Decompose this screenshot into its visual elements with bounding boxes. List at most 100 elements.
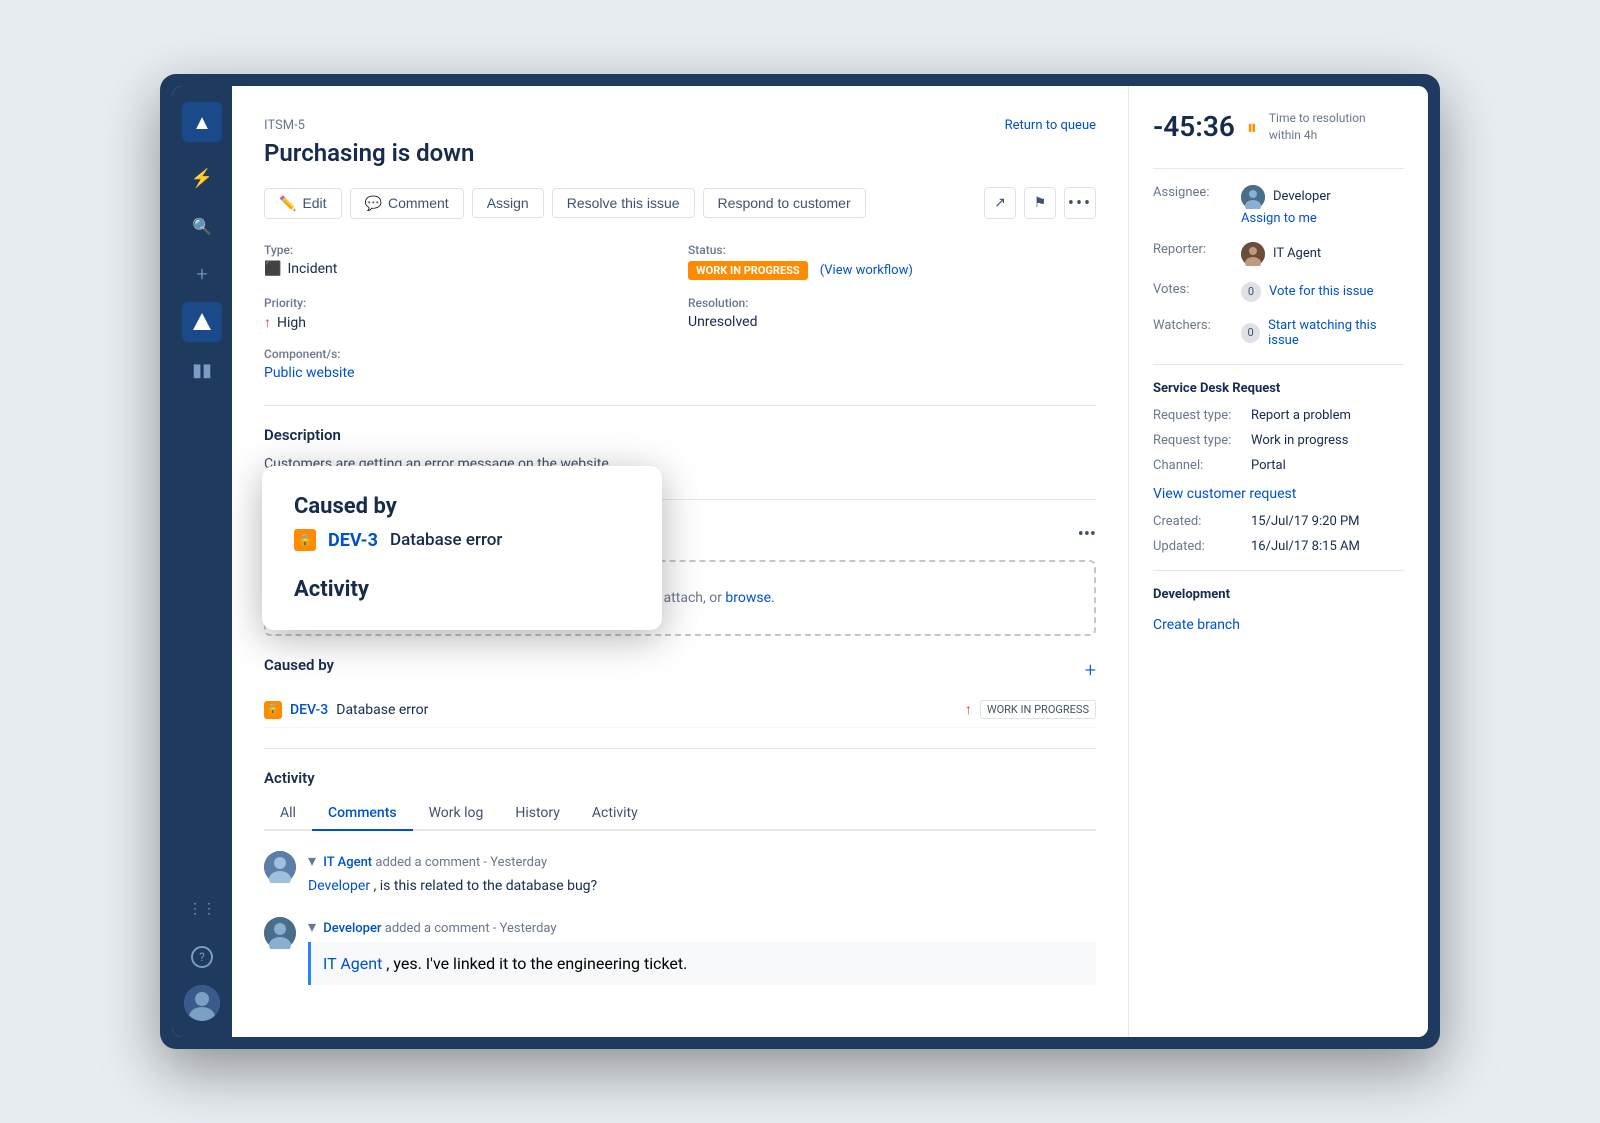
comment-icon: 💬 xyxy=(365,195,382,212)
tab-activity[interactable]: Activity xyxy=(576,797,654,831)
caused-by-dev-link[interactable]: DEV-3 xyxy=(290,702,328,718)
comment-mention-2[interactable]: IT Agent xyxy=(323,954,382,973)
caused-by-add-button[interactable]: + xyxy=(1085,658,1096,682)
sidebar-lightning[interactable]: ⚡ xyxy=(182,158,222,198)
search-icon: 🔍 xyxy=(192,217,212,236)
assign-button[interactable]: Assign xyxy=(472,188,544,218)
channel-row: Channel: Portal xyxy=(1153,458,1404,473)
updated-row: Updated: 16/Jul/17 8:15 AM xyxy=(1153,539,1404,554)
flag-button[interactable]: ⚑ xyxy=(1024,187,1056,219)
assignee-field: Assignee: Developer Assign to me xyxy=(1153,185,1404,226)
activity-title: Activity xyxy=(264,769,1096,787)
activity-tabs: All Comments Work log History Activity xyxy=(264,797,1096,831)
caused-by-section: Caused by + 🔒 DEV-3 Database error xyxy=(264,656,1096,728)
comment-author-2: Developer xyxy=(323,921,381,936)
tab-comments[interactable]: Comments xyxy=(312,797,413,831)
comment-collapse-1[interactable]: ▾ xyxy=(308,851,316,870)
popup-item-text: Database error xyxy=(390,530,502,550)
popup-item: 🔒 DEV-3 Database error xyxy=(294,519,630,561)
created-row: Created: 15/Jul/17 9:20 PM xyxy=(1153,514,1404,529)
popup-overlay: Caused by 🔒 DEV-3 Database error Activit… xyxy=(262,466,662,630)
flag-icon: ⚑ xyxy=(1034,195,1047,211)
more-button[interactable]: ••• xyxy=(1064,187,1096,219)
resolve-button[interactable]: Resolve this issue xyxy=(552,188,695,218)
help-icon: ? xyxy=(191,946,213,968)
return-to-queue-link[interactable]: Return to queue xyxy=(1005,118,1096,133)
create-branch-link[interactable]: Create branch xyxy=(1153,617,1240,633)
issue-sidebar: -45:36 ⏸ Time to resolution within 4h As… xyxy=(1128,86,1428,1037)
comment-collapse-2[interactable]: ▾ xyxy=(308,917,316,936)
priority-icon: ↑ xyxy=(264,314,271,331)
sidebar-board[interactable]: ▮▮ xyxy=(182,350,222,390)
votes-field: Votes: 0 Vote for this issue xyxy=(1153,282,1404,302)
caused-by-item: 🔒 DEV-3 Database error ↑ WORK IN PROGRES… xyxy=(264,692,1096,728)
service-desk-title: Service Desk Request xyxy=(1153,381,1404,396)
assign-to-me-link[interactable]: Assign to me xyxy=(1241,211,1331,226)
lock-icon: 🔒 xyxy=(264,701,282,719)
tab-worklog[interactable]: Work log xyxy=(413,797,500,831)
user-avatar[interactable] xyxy=(184,985,220,1021)
status-field: Status: WORK IN PROGRESS (View workflow) xyxy=(688,243,1096,280)
development-title: Development xyxy=(1153,587,1404,602)
watchers-field: Watchers: 0 Start watching this issue xyxy=(1153,318,1404,348)
sidebar-create[interactable]: + xyxy=(182,254,222,294)
watch-link[interactable]: Start watching this issue xyxy=(1268,318,1404,348)
popup-dev-link[interactable]: DEV-3 xyxy=(328,530,378,551)
components-link[interactable]: Public website xyxy=(264,365,672,381)
priority-field: Priority: ↑ High xyxy=(264,296,672,331)
description-title: Description xyxy=(264,426,1096,444)
action-bar: ✏️ Edit 💬 Comment Assign Reso xyxy=(264,187,1096,219)
avatar-image xyxy=(184,985,220,1021)
attachments-more-icon[interactable]: ••• xyxy=(1078,524,1096,545)
comment-text-1: Developer , is this related to the datab… xyxy=(308,876,1096,897)
sidebar-help[interactable]: ? xyxy=(182,937,222,977)
popup-caused-by-title: Caused by xyxy=(294,494,630,519)
timer-section: -45:36 ⏸ Time to resolution within 4h xyxy=(1153,110,1404,144)
lightning-icon: ⚡ xyxy=(191,168,213,189)
incident-icon: ⬛ xyxy=(264,261,281,277)
popup-lock-icon: 🔒 xyxy=(294,529,316,551)
logo-icon: ▲ xyxy=(192,110,212,135)
app-icon xyxy=(191,311,213,333)
comment-button[interactable]: 💬 Comment xyxy=(350,188,464,219)
votes-count: 0 xyxy=(1241,282,1261,302)
activity-section: Activity All Comments Work log History A… xyxy=(264,769,1096,985)
browse-link[interactable]: browse. xyxy=(725,590,774,606)
caused-by-priority-icon: ↑ xyxy=(965,701,972,718)
assignee-avatar xyxy=(1241,185,1265,209)
sidebar-grid[interactable]: ⋮⋮ xyxy=(182,889,222,929)
caused-by-status-badge: WORK IN PROGRESS xyxy=(980,700,1096,719)
reporter-avatar xyxy=(1241,242,1265,266)
tab-all[interactable]: All xyxy=(264,797,312,831)
vote-link[interactable]: Vote for this issue xyxy=(1269,284,1373,299)
comment-author-1: IT Agent xyxy=(323,855,372,870)
watchers-count: 0 xyxy=(1241,323,1260,343)
comment-item: ▾ IT Agent added a comment - Yesterday D… xyxy=(264,851,1096,897)
comment-item-2: ▾ Developer added a comment - Yesterday … xyxy=(264,917,1096,985)
grid-icon: ⋮⋮ xyxy=(188,901,216,917)
commenter-avatar-1 xyxy=(264,851,296,883)
view-customer-request-link[interactable]: View customer request xyxy=(1153,486,1296,502)
commenter-avatar-2 xyxy=(264,917,296,949)
issue-id: ITSM-5 xyxy=(264,118,474,133)
popup-activity-title: Activity xyxy=(294,577,630,602)
view-workflow-link[interactable]: (View workflow) xyxy=(820,263,913,278)
tab-history[interactable]: History xyxy=(499,797,576,831)
timer-value: -45:36 xyxy=(1153,110,1235,143)
type-field: Type: ⬛ Incident xyxy=(264,243,672,280)
board-icon: ▮▮ xyxy=(192,360,212,381)
respond-button[interactable]: Respond to customer xyxy=(703,188,866,218)
request-type-row-1: Request type: Report a problem xyxy=(1153,408,1404,423)
sidebar-app[interactable] xyxy=(182,302,222,342)
issue-title: Purchasing is down xyxy=(264,139,474,167)
edit-button[interactable]: ✏️ Edit xyxy=(264,188,342,219)
comment-mention-1[interactable]: Developer xyxy=(308,878,370,894)
share-button[interactable]: ↗ xyxy=(984,187,1016,219)
more-icon: ••• xyxy=(1068,193,1092,214)
logo[interactable]: ▲ xyxy=(182,102,222,142)
components-field: Component/s: Public website xyxy=(264,347,672,381)
sidebar-search[interactable]: 🔍 xyxy=(182,206,222,246)
caused-by-title: Caused by xyxy=(264,656,334,674)
timer-pause-icon[interactable]: ⏸ xyxy=(1247,115,1257,139)
edit-icon: ✏️ xyxy=(279,195,296,212)
